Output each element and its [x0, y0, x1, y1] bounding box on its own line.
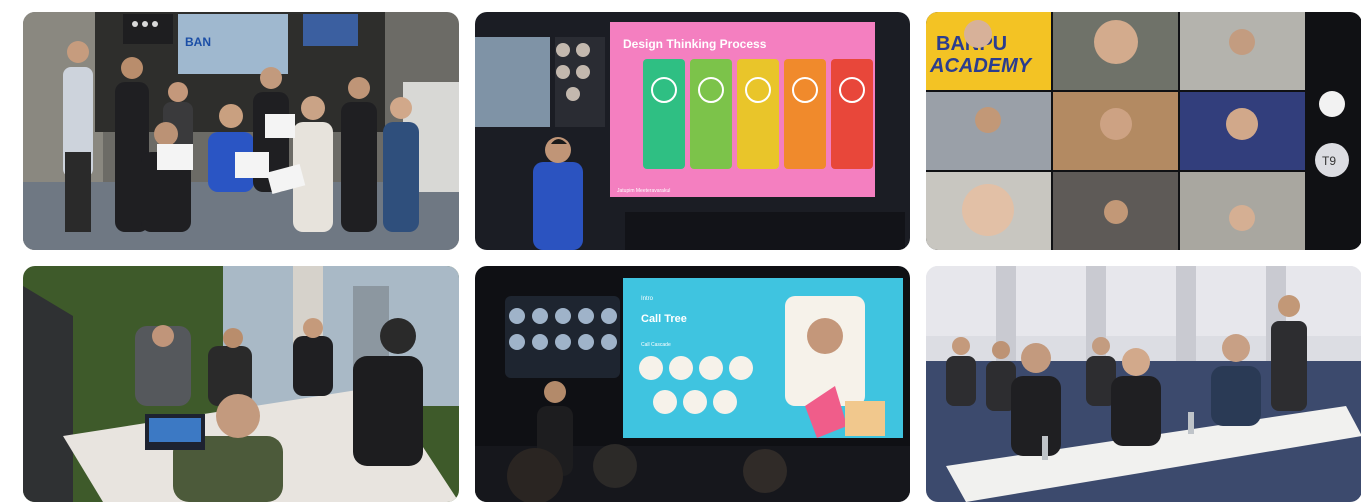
slide-title: Design Thinking Process	[623, 37, 767, 51]
presentation-illustration: Design Thinking Process Jatupim Meeterav…	[475, 12, 910, 250]
panel-meeting-illustration	[926, 266, 1361, 502]
call-tree-illustration: Intro Call Tree Call Cascade	[475, 266, 910, 502]
photo-video-call-grid: BANPU ACADEMY T9	[926, 12, 1361, 250]
group-photo-illustration: BAN	[23, 12, 459, 250]
brand-line2: ACADEMY	[929, 55, 1033, 77]
team-working-illustration	[23, 266, 459, 502]
slide-tag: Intro	[641, 296, 654, 302]
slide-subtitle: Call Cascade	[641, 342, 671, 348]
slide-title: Call Tree	[641, 313, 687, 325]
presenter-caption: Jatupim Meeteravarakul	[617, 188, 670, 194]
photo-design-thinking-presentation: Design Thinking Process Jatupim Meeterav…	[475, 12, 910, 250]
video-call-illustration: BANPU ACADEMY T9	[926, 12, 1361, 250]
screen-logo: BAN	[185, 35, 211, 49]
photo-group-workshop: BAN	[23, 12, 459, 250]
tile-badge: T9	[1322, 154, 1336, 168]
photo-call-tree-presentation: Intro Call Tree Call Cascade	[475, 266, 910, 502]
photo-team-working	[23, 266, 459, 502]
photo-panel-meeting	[926, 266, 1361, 502]
